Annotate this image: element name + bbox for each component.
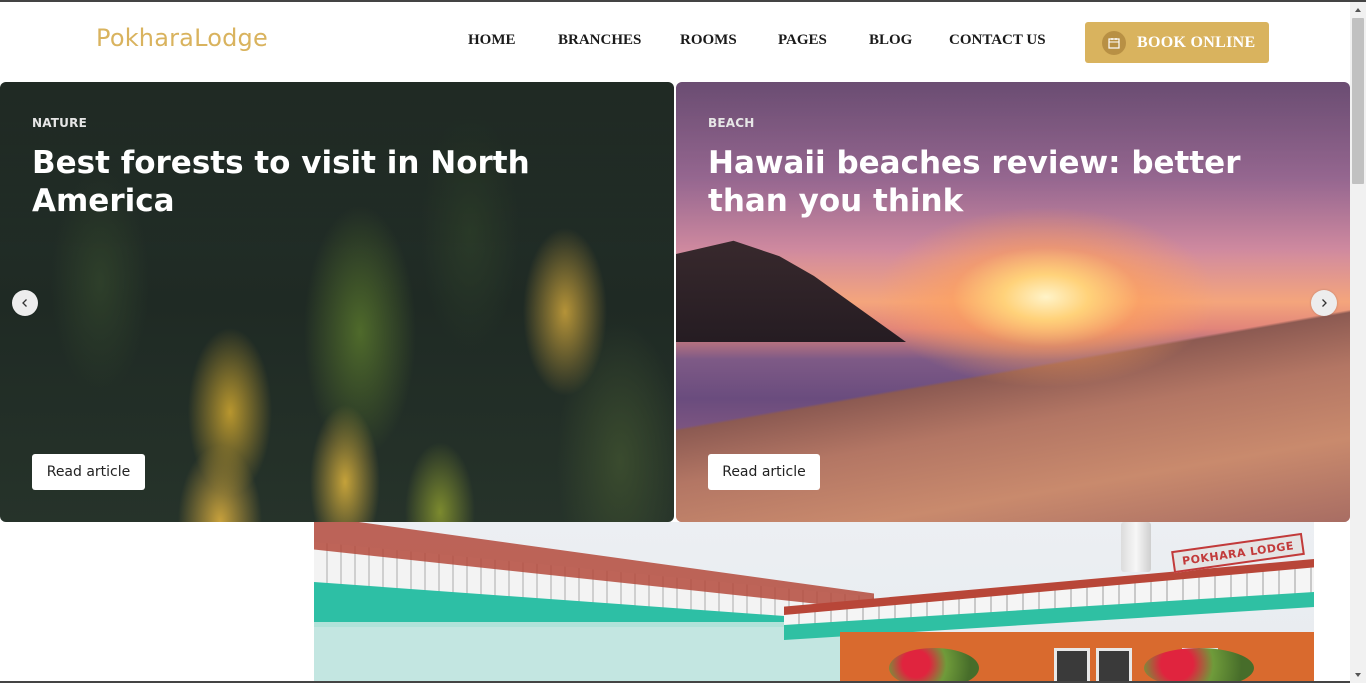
- scroll-down-arrow-icon[interactable]: [1350, 667, 1366, 683]
- article-category[interactable]: BEACH: [708, 116, 754, 130]
- read-article-button[interactable]: Read article: [708, 454, 820, 490]
- page-scrollbar[interactable]: [1350, 2, 1366, 683]
- hotel-building-photo: POKHARA LODGE: [314, 522, 1314, 683]
- article-category[interactable]: NATURE: [32, 116, 87, 130]
- read-article-button[interactable]: Read article: [32, 454, 145, 490]
- nav-item-contact-us[interactable]: CONTACT US: [949, 32, 1046, 49]
- article-title[interactable]: Best forests to visit in North America: [32, 144, 642, 220]
- site-header: PokharaLodge HOME BRANCHES ROOMS PAGES B…: [0, 2, 1350, 82]
- article-title[interactable]: Hawaii beaches review: better than you t…: [708, 144, 1318, 220]
- slider-next-button[interactable]: [1311, 290, 1337, 316]
- article-slider: NATURE Best forests to visit in North Am…: [0, 82, 1350, 522]
- book-online-button[interactable]: BOOK ONLINE: [1085, 22, 1269, 63]
- nav-item-blog[interactable]: BLOG: [869, 32, 912, 49]
- article-card: BEACH Hawaii beaches review: better than…: [676, 82, 1350, 522]
- article-card: NATURE Best forests to visit in North Am…: [0, 82, 674, 522]
- site-logo[interactable]: PokharaLodge: [96, 24, 268, 52]
- book-online-label: BOOK ONLINE: [1137, 33, 1256, 51]
- chevron-right-icon: [1322, 299, 1327, 307]
- calendar-icon: [1102, 30, 1126, 55]
- nav-item-rooms[interactable]: ROOMS: [680, 32, 737, 49]
- nav-item-branches[interactable]: BRANCHES: [558, 32, 641, 49]
- slider-prev-button[interactable]: [12, 290, 38, 316]
- chevron-left-icon: [22, 299, 27, 307]
- scrollbar-thumb[interactable]: [1352, 18, 1364, 184]
- nav-item-pages[interactable]: PAGES: [778, 32, 827, 49]
- scroll-up-arrow-icon[interactable]: [1350, 2, 1366, 18]
- nav-item-home[interactable]: HOME: [468, 32, 516, 49]
